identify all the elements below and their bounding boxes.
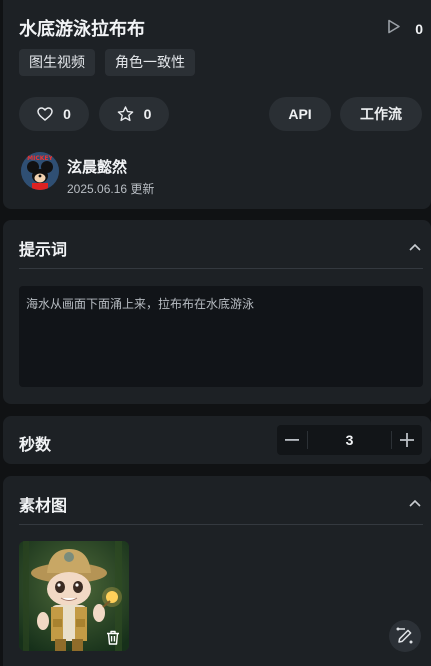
like-count: 0 [63, 106, 71, 122]
seconds-stepper: 3 [277, 425, 422, 455]
chevron-up-icon[interactable] [409, 494, 421, 512]
plus-icon [400, 433, 414, 447]
play-icon[interactable] [387, 19, 401, 39]
favorite-button[interactable]: 0 [99, 97, 169, 131]
favorite-count: 0 [143, 106, 152, 122]
author-name[interactable]: 泫晨懿然 [67, 156, 127, 177]
tag-list: 图生视频 角色一致性 [19, 49, 195, 76]
heart-icon [37, 107, 53, 121]
play-counter[interactable]: 0 [387, 19, 423, 39]
tag[interactable]: 图生视频 [19, 49, 95, 76]
plus-button[interactable] [392, 425, 422, 455]
minus-icon [285, 439, 299, 441]
page-title: 水底游泳拉布布 [19, 19, 145, 39]
divider [19, 524, 423, 525]
seconds-panel: 秒数 3 [3, 416, 431, 464]
material-thumbnail[interactable] [19, 541, 129, 651]
chevron-up-icon[interactable] [409, 238, 421, 256]
video-info-panel: 水底游泳拉布布 0 图生视频 角色一致性 0 0 API 工作流 MICKEY … [3, 0, 431, 209]
updated-date: 2025.06.16 更新 [67, 182, 155, 196]
like-button[interactable]: 0 [19, 97, 89, 131]
seconds-value[interactable]: 3 [308, 432, 391, 448]
star-icon [117, 106, 133, 122]
material-panel: 素材图 [3, 476, 431, 666]
prompt-text[interactable]: 海水从画面下面涌上来，拉布布在水底游泳 [19, 286, 423, 387]
api-button[interactable]: API [269, 97, 331, 131]
prompt-panel: 提示词 海水从画面下面涌上来，拉布布在水底游泳 [3, 220, 431, 404]
workflow-button[interactable]: 工作流 [340, 97, 422, 131]
tag[interactable]: 角色一致性 [105, 49, 195, 76]
edit-button[interactable] [389, 620, 421, 652]
prompt-heading: 提示词 [19, 242, 68, 259]
avatar[interactable]: MICKEY [21, 152, 59, 190]
seconds-heading: 秒数 [19, 437, 52, 454]
material-heading: 素材图 [19, 498, 68, 515]
delete-image-button[interactable] [102, 626, 124, 648]
minus-button[interactable] [277, 425, 307, 455]
divider [19, 268, 423, 269]
play-count: 0 [415, 21, 423, 37]
trash-icon [107, 630, 119, 645]
edit-icon [396, 627, 413, 644]
svg-text:MICKEY: MICKEY [27, 155, 53, 162]
